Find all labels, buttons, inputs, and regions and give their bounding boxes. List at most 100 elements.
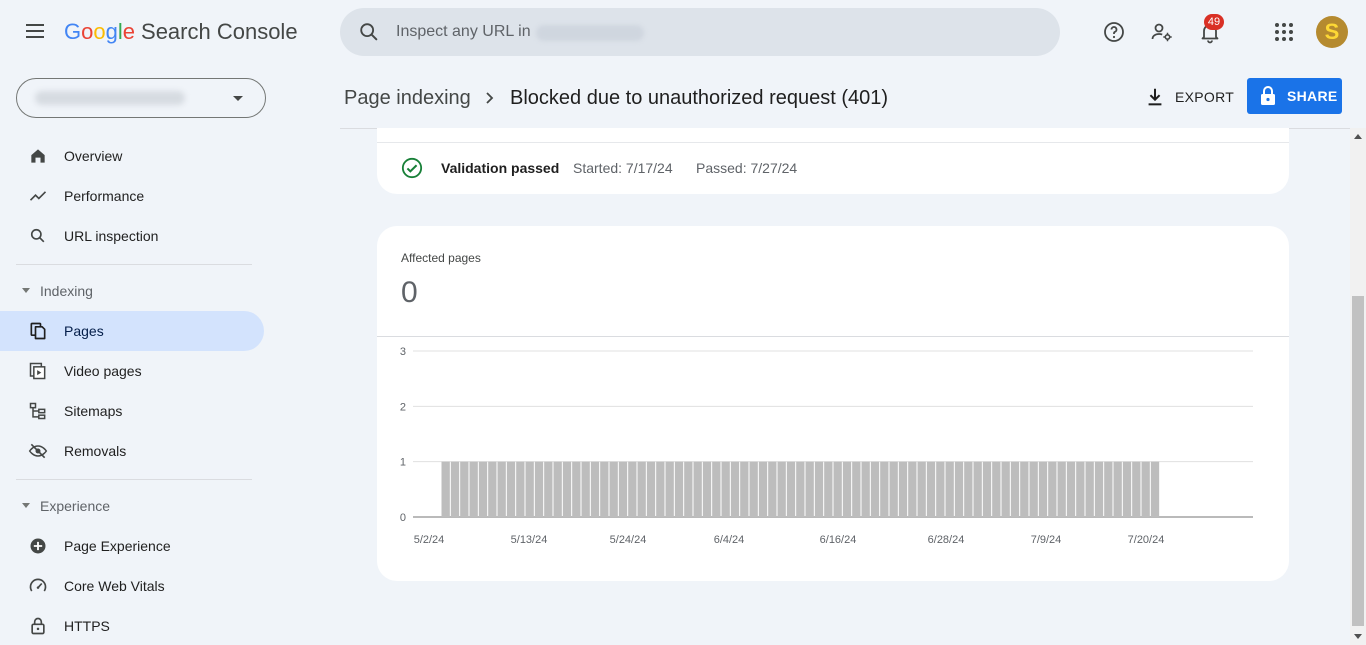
chart-bar — [1122, 461, 1132, 517]
chart-bar — [1057, 461, 1066, 517]
search-icon[interactable] — [358, 21, 380, 43]
x-tick-label: 6/16/24 — [820, 534, 857, 546]
validation-status: Validation passed — [441, 160, 560, 176]
chart-bar — [945, 461, 954, 517]
pages-icon — [30, 322, 46, 340]
sidebar-item-label: HTTPS — [64, 618, 110, 634]
chart-bar — [889, 461, 898, 517]
sidebar-item-label: Performance — [64, 188, 145, 204]
chart-bar — [665, 461, 674, 517]
sidebar-divider — [16, 479, 252, 480]
chart-bar — [674, 461, 684, 517]
help-icon[interactable] — [1102, 20, 1126, 44]
chart-bar — [702, 461, 712, 517]
sidebar-item-label: Overview — [64, 148, 123, 164]
notification-count-badge: 49 — [1204, 14, 1224, 30]
breadcrumb-page-indexing[interactable]: Page indexing — [344, 87, 471, 110]
logo-letter: e — [122, 19, 136, 44]
chart-bar — [880, 461, 889, 517]
scroll-up-arrow-icon[interactable] — [1354, 134, 1362, 139]
chart-bar — [1076, 461, 1085, 517]
sidebar-item-sitemaps[interactable]: Sitemaps — [0, 391, 264, 431]
search-console-logo[interactable]: Google Search Console — [64, 19, 298, 45]
y-tick-label: 1 — [400, 457, 406, 469]
sidebar-item-label: URL inspection — [64, 228, 159, 244]
chart-bar — [684, 461, 693, 517]
chart-bar — [786, 461, 796, 517]
export-button[interactable]: EXPORT — [1140, 80, 1240, 114]
sitemap-icon — [29, 402, 46, 420]
sidebar-item-page-experience[interactable]: Page Experience — [0, 526, 264, 566]
account-avatar[interactable]: S — [1316, 16, 1348, 48]
chart-bar — [768, 461, 777, 517]
chart-bar — [833, 461, 842, 517]
manage-users-icon[interactable] — [1150, 20, 1174, 44]
export-label: EXPORT — [1175, 89, 1235, 105]
chart-bar — [758, 461, 768, 517]
chart-bar — [824, 461, 833, 517]
share-button[interactable]: SHARE — [1247, 78, 1342, 114]
y-tick-label: 0 — [400, 512, 406, 524]
chart-bar — [898, 461, 908, 517]
sidebar-item-label: Page Experience — [64, 538, 171, 554]
chart-bar — [861, 461, 870, 517]
apps-grid-icon[interactable] — [1272, 20, 1296, 44]
chart-bar — [1104, 461, 1113, 517]
scrollbar-thumb[interactable] — [1352, 296, 1364, 626]
sidebar-item-https[interactable]: HTTPS — [0, 606, 264, 645]
search-input[interactable] — [396, 20, 996, 44]
property-selector[interactable] — [16, 78, 266, 118]
chart-bar — [656, 461, 665, 517]
page-title: Blocked due to unauthorized request (401… — [510, 87, 889, 109]
chart-bar — [1038, 461, 1048, 517]
validation-card: Validation passed Started: 7/17/24 Passe… — [377, 128, 1289, 194]
sidebar-item-core-web-vitals[interactable]: Core Web Vitals — [0, 566, 264, 606]
chevron-right-icon — [486, 92, 494, 104]
page-scrollbar[interactable] — [1350, 128, 1366, 645]
scroll-down-arrow-icon[interactable] — [1354, 634, 1362, 639]
chart-bar — [562, 461, 572, 517]
chart-bar — [740, 461, 749, 517]
lock-icon — [1261, 86, 1275, 105]
sidebar-item-video-pages[interactable]: Video pages — [0, 351, 264, 391]
x-tick-label: 7/9/24 — [1031, 534, 1062, 546]
chart-bar — [777, 461, 786, 517]
chart-bar — [1085, 461, 1094, 517]
sidebar-item-url-inspection[interactable]: URL inspection — [0, 216, 264, 256]
product-name: Search Console — [141, 19, 298, 44]
chart-bar — [721, 461, 730, 517]
top-app-bar: GoogleSearch Console 49 S — [0, 0, 1366, 64]
chart-bar — [450, 461, 460, 517]
chart-bar — [506, 461, 516, 517]
chart-bar — [581, 461, 590, 517]
menu-icon[interactable] — [24, 21, 46, 43]
sidebar-item-label: Pages — [64, 323, 104, 339]
chart-bar — [814, 461, 824, 517]
sidebar-item-performance[interactable]: Performance — [0, 176, 264, 216]
chart-bar — [600, 461, 609, 517]
chart-bar — [469, 461, 478, 517]
url-inspect-search[interactable] — [340, 8, 1060, 56]
chart-bar — [1020, 461, 1029, 517]
chart-bar — [1113, 461, 1122, 517]
sidebar-section-indexing[interactable]: Indexing — [0, 275, 264, 307]
chart-bar — [460, 461, 469, 517]
section-title: Indexing — [40, 283, 93, 299]
logo-letter: o — [81, 19, 94, 44]
sidebar-item-removals[interactable]: Removals — [0, 431, 264, 471]
chart-bar — [1150, 461, 1160, 517]
chart-bar — [936, 461, 945, 517]
sidebar-item-pages[interactable]: Pages — [0, 311, 264, 351]
chart-bar — [796, 461, 805, 517]
sidebar-item-overview[interactable]: Overview — [0, 136, 264, 176]
chart-bar — [1029, 461, 1038, 517]
sidebar-section-experience[interactable]: Experience — [0, 490, 264, 522]
chart-bar — [730, 461, 740, 517]
chart-bar — [618, 461, 628, 517]
chart-bar — [908, 461, 917, 517]
x-tick-label: 5/24/24 — [610, 534, 647, 546]
chart-bar — [992, 461, 1001, 517]
chart-bar — [852, 461, 861, 517]
logo-letter: G — [64, 19, 82, 44]
x-tick-label: 7/20/24 — [1128, 534, 1165, 546]
